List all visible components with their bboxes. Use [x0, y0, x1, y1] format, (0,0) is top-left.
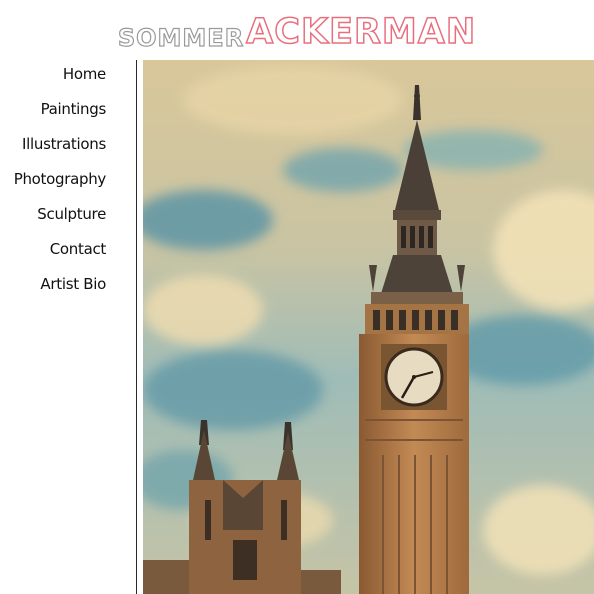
- nav-divider: [136, 60, 137, 594]
- nav-item-contact: Contact: [0, 235, 110, 270]
- logo-last-name: ACKERMAN: [245, 12, 477, 52]
- nav-link-home[interactable]: Home: [63, 65, 106, 83]
- nav-link-paintings[interactable]: Paintings: [41, 100, 107, 118]
- nav-item-paintings: Paintings: [0, 95, 110, 130]
- nav-item-illustrations: Illustrations: [0, 130, 110, 165]
- nav-item-sculpture: Sculpture: [0, 200, 110, 235]
- logo-first-name: SOMMER: [117, 24, 245, 52]
- big-ben-illustration: [143, 60, 594, 594]
- main-nav: Home Paintings Illustrations Photography…: [0, 60, 110, 305]
- hero-photo-big-ben: [143, 60, 594, 594]
- site-logo[interactable]: SOMMER ACKERMAN: [0, 10, 594, 52]
- nav-link-contact[interactable]: Contact: [50, 240, 107, 258]
- nav-item-photography: Photography: [0, 165, 110, 200]
- nav-item-artist-bio: Artist Bio: [0, 270, 110, 305]
- nav-link-artist-bio[interactable]: Artist Bio: [40, 275, 106, 293]
- nav-link-sculpture[interactable]: Sculpture: [37, 205, 106, 223]
- nav-item-home: Home: [0, 60, 110, 95]
- nav-link-photography[interactable]: Photography: [14, 170, 107, 188]
- nav-link-illustrations[interactable]: Illustrations: [22, 135, 106, 153]
